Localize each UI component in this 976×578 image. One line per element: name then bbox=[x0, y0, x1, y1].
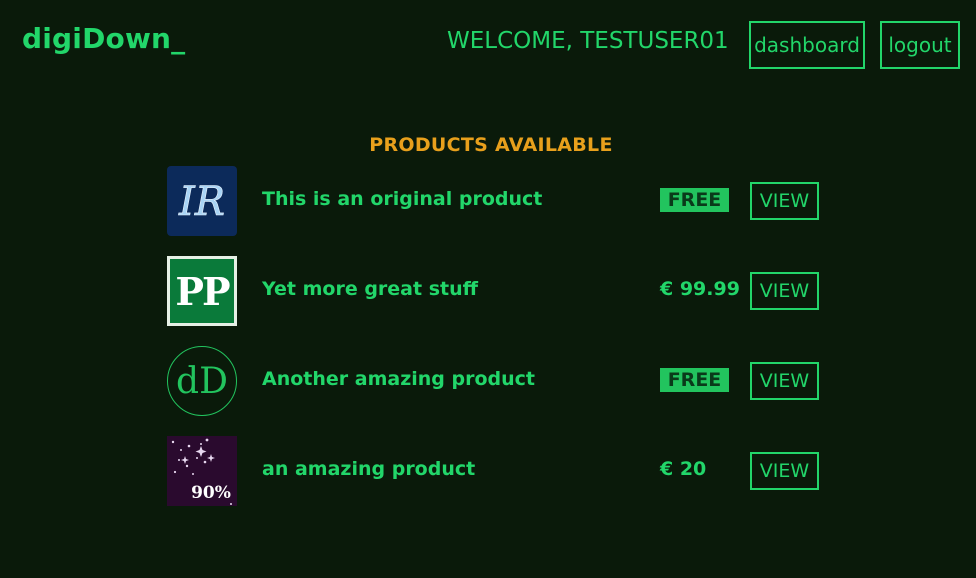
product-name: Another amazing product bbox=[262, 368, 536, 390]
product-thumbnail[interactable]: 90% bbox=[167, 436, 237, 506]
section-title: PRODUCTS AVAILABLE bbox=[369, 134, 613, 156]
ir-logo-icon: IR bbox=[178, 179, 226, 226]
brand-logo[interactable]: digiDown_ bbox=[22, 22, 185, 55]
product-row: dD Another amazing product FREE VIEW bbox=[167, 346, 827, 416]
product-row: 90% an amazing product € 20 VIEW bbox=[167, 436, 827, 506]
logout-button[interactable]: logout bbox=[880, 21, 960, 69]
welcome-text: WELCOME, TESTUSER01 bbox=[447, 28, 729, 54]
product-thumbnail[interactable]: dD bbox=[167, 346, 237, 416]
view-button[interactable]: VIEW bbox=[750, 452, 819, 490]
product-thumbnail[interactable]: IR bbox=[167, 166, 237, 236]
svg-text:IR: IR bbox=[178, 179, 225, 225]
sparkle-sale-icon: 90% bbox=[171, 438, 232, 505]
view-button[interactable]: VIEW bbox=[750, 272, 819, 310]
view-button[interactable]: VIEW bbox=[750, 182, 819, 220]
dashboard-button[interactable]: dashboard bbox=[749, 21, 865, 69]
product-row: PP Yet more great stuff € 99.99 VIEW bbox=[167, 256, 827, 326]
pp-logo-icon: PP bbox=[175, 268, 230, 314]
product-name: an amazing product bbox=[262, 458, 476, 480]
product-row: IR This is an original product FREE VIEW bbox=[167, 166, 827, 236]
view-button[interactable]: VIEW bbox=[750, 362, 819, 400]
svg-text:90%: 90% bbox=[191, 483, 231, 503]
dd-logo-icon: dD bbox=[176, 360, 228, 402]
product-thumbnail[interactable]: PP bbox=[167, 256, 237, 326]
price-badge: FREE bbox=[660, 368, 729, 392]
price-badge: FREE bbox=[660, 188, 729, 212]
price-text: € 99.99 bbox=[660, 278, 740, 300]
product-name: Yet more great stuff bbox=[262, 278, 479, 300]
product-name: This is an original product bbox=[262, 188, 543, 210]
price-text: € 20 bbox=[660, 458, 707, 480]
